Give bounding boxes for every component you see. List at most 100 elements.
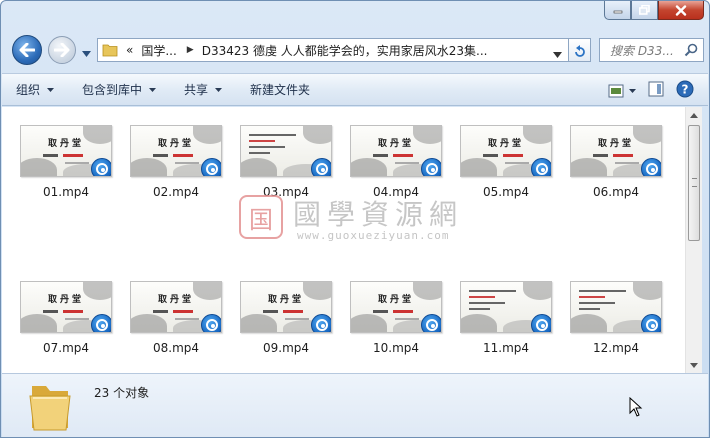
- file-name: 07.mp4: [42, 341, 90, 355]
- svg-text:?: ?: [682, 83, 689, 97]
- video-file-icon: [641, 158, 661, 176]
- breadcrumb-parent[interactable]: 国学...: [141, 42, 176, 59]
- video-file-icon: [311, 314, 331, 332]
- video-file-icon: [641, 314, 661, 332]
- thumbnail-title: 取丹堂: [377, 139, 414, 149]
- video-file-icon: [91, 158, 111, 176]
- refresh-icon: [574, 45, 585, 57]
- video-file-icon: [201, 158, 221, 176]
- share-menu[interactable]: 共享: [170, 74, 236, 105]
- include-in-library-menu[interactable]: 包含到库中: [68, 74, 170, 105]
- scroll-down-button[interactable]: [686, 357, 702, 373]
- file-item[interactable]: 取丹堂 08.mp4: [129, 281, 223, 355]
- search-box[interactable]: 搜索 D33...: [599, 38, 704, 62]
- file-item[interactable]: 取丹堂 10.mp4: [349, 281, 443, 355]
- file-name: 11.mp4: [482, 341, 530, 355]
- minimize-button[interactable]: [604, 1, 631, 20]
- folder-icon: [29, 386, 71, 431]
- video-thumbnail: 取丹堂: [130, 125, 222, 177]
- mouse-pointer-icon: [629, 397, 643, 417]
- file-list[interactable]: 取丹堂 01.mp4 取丹堂 02.mp4 03.mp4 取丹堂 04.mp4 取丹堂 05.m…: [2, 107, 685, 373]
- file-name: 04.mp4: [372, 185, 420, 199]
- recent-pages-dropdown[interactable]: [82, 46, 91, 60]
- file-name: 02.mp4: [152, 185, 200, 199]
- command-bar: 组织 包含到库中 共享 新建文件夹 ?: [2, 73, 708, 106]
- breadcrumb-overflow[interactable]: «: [126, 43, 133, 57]
- search-icon[interactable]: [684, 43, 698, 60]
- chevron-down-icon: [149, 87, 157, 92]
- file-item[interactable]: 取丹堂 09.mp4: [239, 281, 333, 355]
- video-thumbnail: 取丹堂: [240, 281, 332, 333]
- organize-label: 组织: [16, 83, 41, 97]
- file-item[interactable]: 取丹堂 04.mp4: [349, 125, 443, 199]
- view-controls: ?: [608, 80, 694, 101]
- navigation-bar: « 国学... ▶ D33423 德虔 人人都能学会的，实用家居风水23集...…: [1, 32, 709, 68]
- preview-pane-icon: [648, 81, 664, 97]
- thumbnail-title: 取丹堂: [487, 139, 524, 149]
- file-item[interactable]: 取丹堂 01.mp4: [19, 125, 113, 199]
- address-bar[interactable]: « 国学... ▶ D33423 德虔 人人都能学会的，实用家居风水23集...: [97, 38, 569, 62]
- video-file-icon: [421, 158, 441, 176]
- address-dropdown[interactable]: [553, 47, 562, 61]
- video-thumbnail: [570, 281, 662, 333]
- video-thumbnail: 取丹堂: [460, 125, 552, 177]
- chevron-down-icon: [629, 88, 636, 93]
- chevron-down-icon: [553, 52, 562, 58]
- item-count: 23 个对象: [94, 386, 150, 400]
- file-item[interactable]: 11.mp4: [459, 281, 553, 355]
- video-thumbnail: 取丹堂: [350, 125, 442, 177]
- help-icon: ?: [676, 80, 694, 98]
- folder-icon: [102, 44, 118, 57]
- change-view-button[interactable]: [608, 84, 636, 98]
- close-button[interactable]: [658, 1, 704, 20]
- thumbnail-title: 取丹堂: [267, 295, 304, 305]
- file-name: 12.mp4: [592, 341, 640, 355]
- thumbnail-title: 取丹堂: [47, 139, 84, 149]
- refresh-button[interactable]: [569, 38, 591, 62]
- chevron-down-icon: [47, 87, 55, 92]
- breadcrumb-current[interactable]: D33423 德虔 人人都能学会的，实用家居风水23集...: [202, 42, 488, 59]
- file-item[interactable]: 12.mp4: [569, 281, 663, 355]
- file-name: 05.mp4: [482, 185, 530, 199]
- help-button[interactable]: ?: [676, 80, 694, 101]
- chevron-up-icon: [690, 112, 698, 118]
- file-item[interactable]: 取丹堂 05.mp4: [459, 125, 553, 199]
- file-item[interactable]: 取丹堂 06.mp4: [569, 125, 663, 199]
- file-name: 01.mp4: [42, 185, 90, 199]
- chevron-down-icon: [82, 51, 91, 57]
- thumbnail-title: 取丹堂: [47, 295, 84, 305]
- file-item[interactable]: 03.mp4: [239, 125, 333, 199]
- breadcrumb-arrow-icon[interactable]: ▶: [187, 45, 194, 55]
- video-file-icon: [91, 314, 111, 332]
- scroll-up-button[interactable]: [686, 107, 702, 123]
- preview-pane-button[interactable]: [648, 81, 664, 100]
- chevron-down-icon: [690, 362, 698, 368]
- file-item[interactable]: 取丹堂 07.mp4: [19, 281, 113, 355]
- video-thumbnail: 取丹堂: [130, 281, 222, 333]
- video-thumbnail: 取丹堂: [570, 125, 662, 177]
- file-name: 09.mp4: [262, 341, 310, 355]
- forward-button[interactable]: [48, 36, 76, 64]
- caption-buttons: [604, 1, 704, 20]
- video-thumbnail: [460, 281, 552, 333]
- video-file-icon: [531, 314, 551, 332]
- scroll-thumb[interactable]: [688, 125, 700, 241]
- arrow-right-icon: [54, 43, 70, 57]
- new-folder-button[interactable]: 新建文件夹: [236, 74, 324, 105]
- organize-menu[interactable]: 组织: [2, 74, 68, 105]
- file-item[interactable]: 取丹堂 02.mp4: [129, 125, 223, 199]
- explorer-window: « 国学... ▶ D33423 德虔 人人都能学会的，实用家居风水23集...…: [0, 0, 710, 438]
- file-name: 10.mp4: [372, 341, 420, 355]
- file-name: 06.mp4: [592, 185, 640, 199]
- video-file-icon: [311, 158, 331, 176]
- share-label: 共享: [184, 83, 209, 97]
- file-name: 03.mp4: [262, 185, 310, 199]
- video-thumbnail: 取丹堂: [20, 281, 112, 333]
- maximize-button[interactable]: [631, 1, 658, 20]
- view-thumbnails-icon: [608, 84, 624, 97]
- thumbnail-title: 取丹堂: [377, 295, 414, 305]
- restore-icon: [639, 5, 650, 15]
- video-thumbnail: 取丹堂: [350, 281, 442, 333]
- vertical-scrollbar[interactable]: [685, 107, 702, 373]
- back-button[interactable]: [12, 35, 42, 65]
